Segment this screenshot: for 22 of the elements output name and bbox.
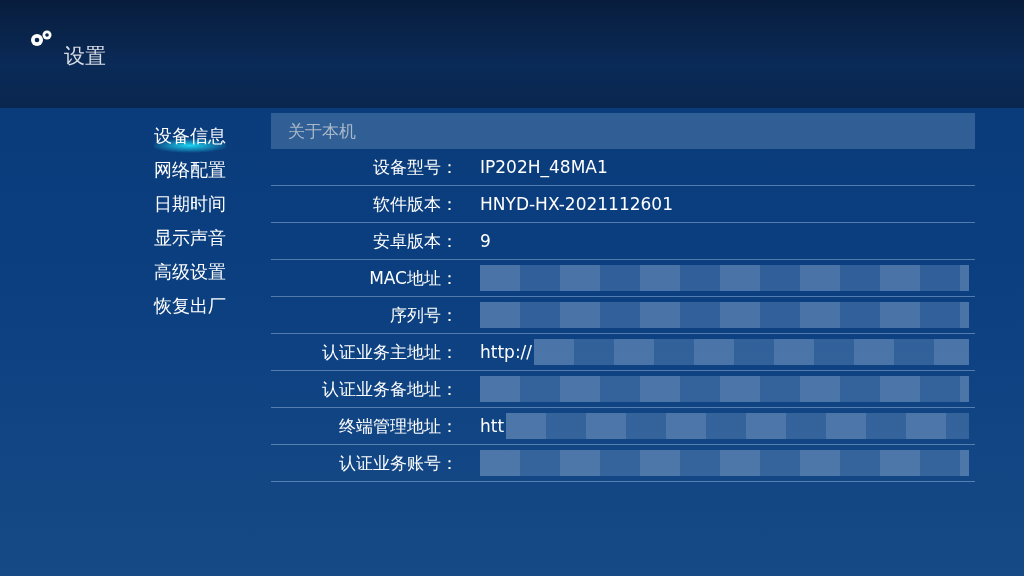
gears-icon: [28, 30, 54, 48]
field-value: IP202H_48MA1: [480, 157, 608, 177]
field-label: 认证业务备地址：: [321, 377, 458, 401]
sidebar-item[interactable]: 日期时间: [154, 187, 226, 221]
field-label: 序列号：: [389, 303, 458, 327]
sidebar-item[interactable]: 网络配置: [154, 153, 226, 187]
field-label: 认证业务主地址：: [321, 340, 458, 364]
sidebar-item[interactable]: 恢复出厂: [154, 289, 226, 323]
field-label: 软件版本：: [372, 192, 458, 216]
field-value: HNYD-HX-2021112601: [480, 194, 673, 214]
field-label: 设备型号：: [372, 155, 458, 179]
sidebar-item[interactable]: 显示声音: [154, 221, 226, 255]
field-value: 9: [480, 231, 491, 251]
field-value: http://: [480, 342, 533, 362]
page-title: 设置: [64, 43, 106, 70]
field-label: 认证业务账号：: [338, 451, 458, 475]
field-label: 安卓版本：: [372, 229, 458, 253]
sidebar-item[interactable]: 高级设置: [154, 255, 226, 289]
field-value: htt: [480, 416, 505, 436]
section-header: 关于本机: [271, 113, 975, 149]
field-label: MAC地址：: [368, 266, 458, 290]
field-label: 终端管理地址：: [338, 414, 458, 438]
